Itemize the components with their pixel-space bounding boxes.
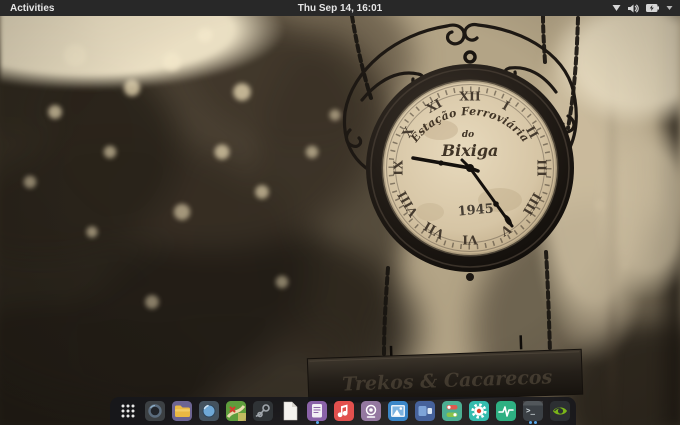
dock-item-steam[interactable] — [253, 401, 273, 421]
dock-item-webcam[interactable] — [361, 401, 381, 421]
svg-text:III: III — [535, 159, 550, 177]
activities-button[interactable]: Activities — [0, 0, 64, 16]
package-manager-gear-icon — [469, 401, 489, 421]
running-indicator-dot — [316, 421, 319, 424]
station-clock: XII I II III IIII V VI VII VIII IX X XI … — [366, 52, 574, 281]
dock-item-boxes[interactable] — [415, 401, 435, 421]
dock-item-photos[interactable] — [388, 401, 408, 421]
clock-menu-button[interactable]: Thu Sep 14, 16:01 — [298, 0, 382, 16]
maps-icon — [226, 401, 246, 421]
dock-item-text-editor[interactable] — [307, 401, 327, 421]
show-applications-button[interactable] — [118, 401, 138, 421]
app-grid-icon — [118, 401, 138, 421]
steam-icon — [253, 401, 273, 421]
web-browser-icon — [199, 401, 219, 421]
tweaks-toggles-icon — [442, 401, 462, 421]
street-clock-scene: XII I II III IIII V VI VII VIII IX X XI … — [0, 0, 680, 425]
music-note-icon — [334, 401, 354, 421]
top-bar: Activities Thu Sep 14, 16:01 — [0, 0, 680, 16]
dock-item-music[interactable] — [334, 401, 354, 421]
document-icon — [280, 401, 300, 421]
dock: >_ — [110, 397, 576, 425]
files-folder-icon — [172, 401, 192, 421]
terminal-icon: >_ — [523, 401, 543, 421]
dock-item-web-browser[interactable] — [199, 401, 219, 421]
dock-item-settings[interactable] — [145, 401, 165, 421]
boxes-icon — [415, 401, 435, 421]
svg-text:Bixiga: Bixiga — [441, 141, 499, 160]
triangle-down-icon — [612, 4, 621, 12]
svg-text:1945: 1945 — [457, 201, 494, 219]
svg-text:>_: >_ — [526, 406, 536, 415]
svg-text:VI: VI — [462, 233, 479, 248]
dock-item-package-manager[interactable] — [469, 401, 489, 421]
settings-icon — [145, 401, 165, 421]
clock-hub — [466, 164, 474, 172]
dock-item-maps[interactable] — [226, 401, 246, 421]
running-indicator-dot — [529, 421, 532, 424]
nvidia-eye-icon — [550, 401, 570, 421]
text-editor-icon — [307, 401, 327, 421]
desktop-wallpaper[interactable]: XII I II III IIII V VI VII VIII IX X XI … — [0, 0, 680, 425]
clock-hanger-ring — [465, 52, 475, 62]
photos-icon — [388, 401, 408, 421]
system-status-area[interactable] — [605, 0, 680, 16]
battery-icon — [646, 4, 659, 12]
dock-item-tweaks[interactable] — [442, 401, 462, 421]
dock-item-files[interactable] — [172, 401, 192, 421]
system-monitor-pulse-icon — [496, 401, 516, 421]
dock-item-nvidia-settings[interactable] — [550, 401, 570, 421]
dock-item-documents[interactable] — [280, 401, 300, 421]
running-indicator-dot — [534, 421, 537, 424]
clock-bottom-knob — [466, 273, 474, 281]
svg-text:do: do — [462, 130, 474, 140]
activities-label: Activities — [10, 3, 54, 14]
system-menu-chevron-icon — [666, 5, 673, 11]
dock-item-terminal[interactable]: >_ — [523, 401, 543, 421]
datetime-label: Thu Sep 14, 16:01 — [298, 3, 382, 14]
svg-text:IX: IX — [391, 160, 406, 176]
webcam-icon — [361, 401, 381, 421]
hanging-sign: Trekos & Cacarecos — [307, 333, 583, 404]
volume-icon — [628, 4, 639, 13]
svg-text:XII: XII — [459, 89, 481, 104]
dock-item-system-monitor[interactable] — [496, 401, 516, 421]
